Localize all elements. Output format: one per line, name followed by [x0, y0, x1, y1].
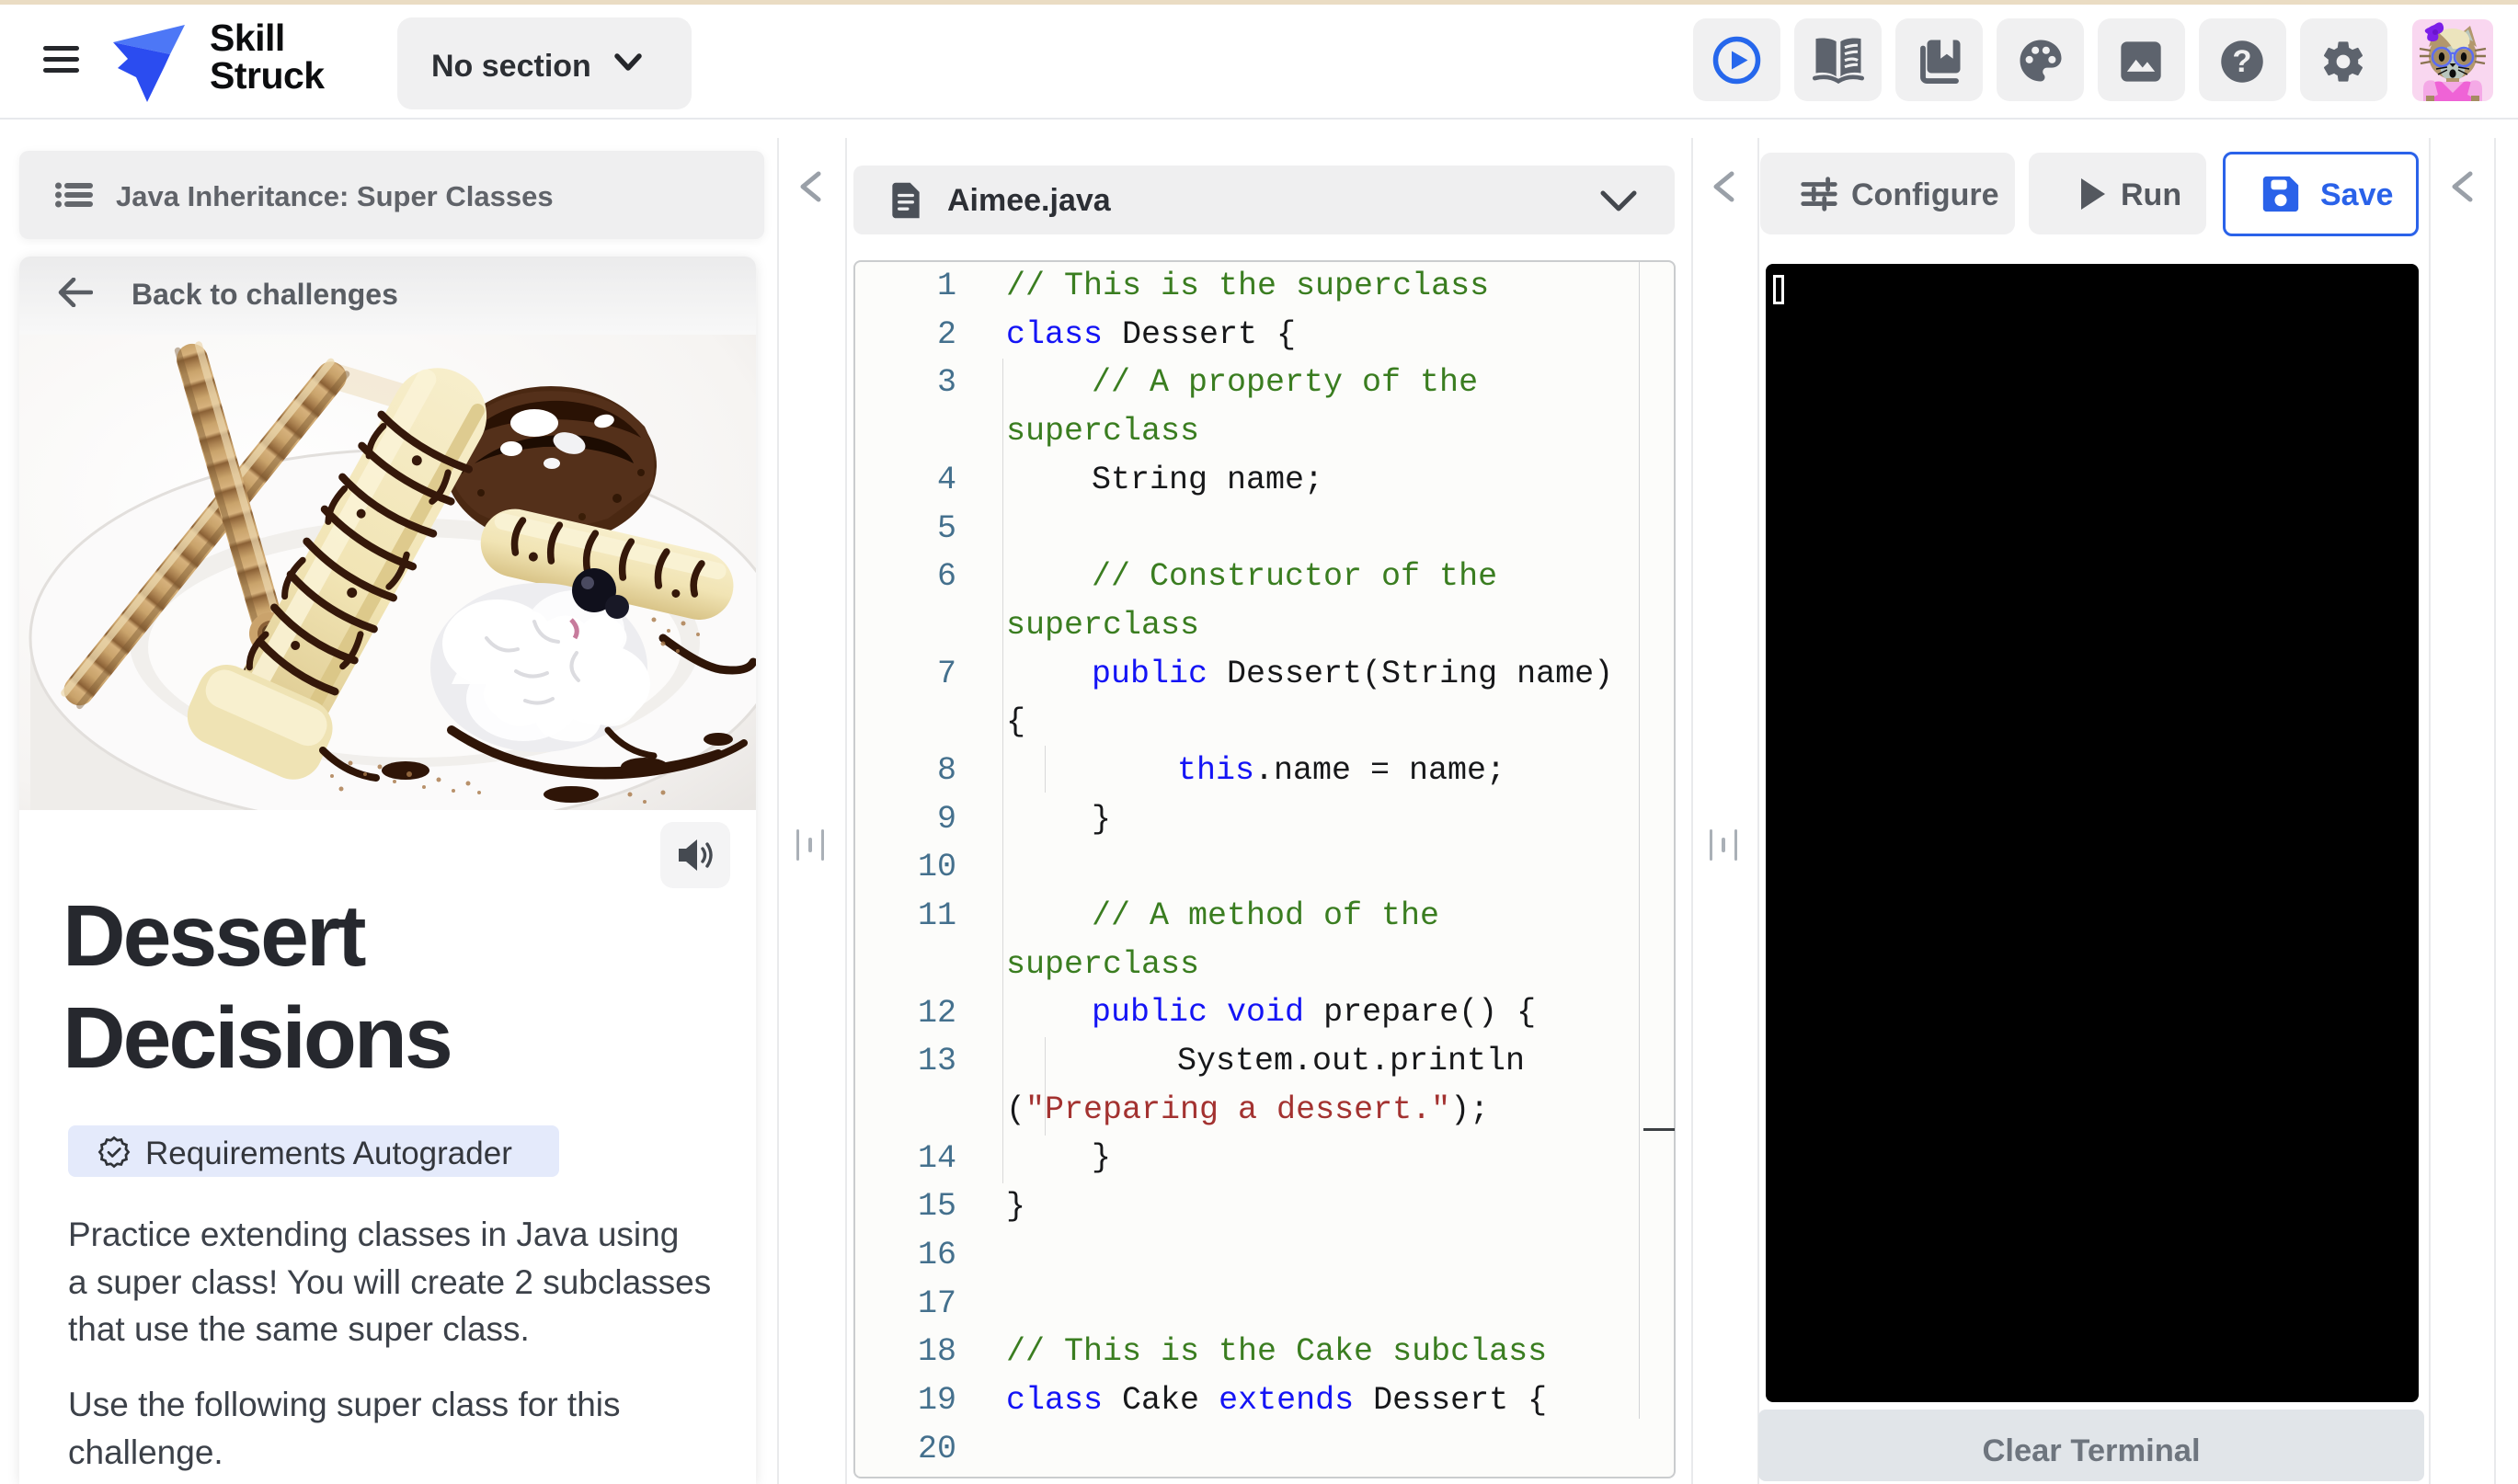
svg-text:?: ?: [2232, 44, 2251, 79]
